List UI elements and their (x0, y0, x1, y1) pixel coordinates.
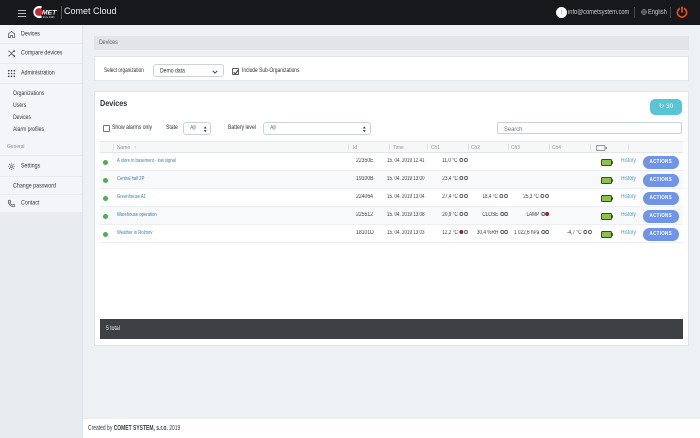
svg-text:MET: MET (42, 9, 57, 16)
svg-text:since 1991: since 1991 (42, 16, 55, 19)
